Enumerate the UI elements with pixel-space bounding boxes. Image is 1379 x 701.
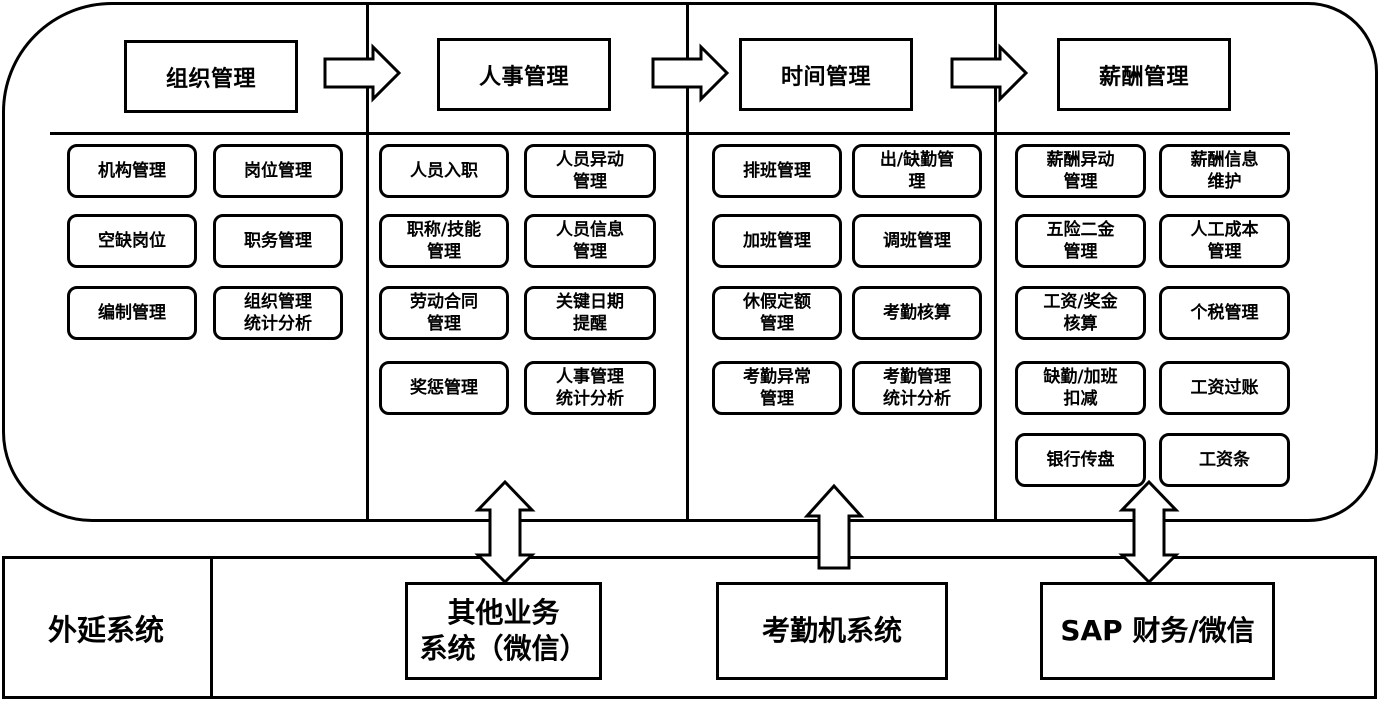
module-button[interactable]: 组织管理 统计分析 bbox=[213, 286, 343, 340]
module-button[interactable]: 工资条 bbox=[1159, 433, 1290, 487]
external-system-attendance-machine[interactable]: 考勤机系统 bbox=[716, 582, 948, 680]
external-systems-label: 外延系统 bbox=[2, 556, 213, 699]
header-org-management[interactable]: 组织管理 bbox=[124, 40, 298, 113]
right-arrow-icon bbox=[651, 43, 730, 103]
header-separator bbox=[50, 132, 1290, 135]
module-button[interactable]: 奖惩管理 bbox=[379, 361, 509, 415]
module-button[interactable]: 五险二金 管理 bbox=[1015, 214, 1146, 268]
module-button[interactable]: 缺勤/加班 扣减 bbox=[1015, 361, 1146, 415]
header-payroll-management[interactable]: 薪酬管理 bbox=[1057, 38, 1231, 111]
module-button[interactable]: 编制管理 bbox=[67, 286, 197, 340]
module-button[interactable]: 劳动合同 管理 bbox=[379, 286, 509, 340]
module-button[interactable]: 薪酬信息 维护 bbox=[1159, 144, 1290, 198]
module-button[interactable]: 人工成本 管理 bbox=[1159, 214, 1290, 268]
bidirectional-arrow-icon bbox=[1118, 479, 1180, 585]
module-button[interactable]: 人员异动 管理 bbox=[524, 144, 656, 198]
module-button[interactable]: 机构管理 bbox=[67, 144, 197, 198]
module-button[interactable]: 考勤核算 bbox=[852, 286, 982, 340]
module-button[interactable]: 工资/奖金 核算 bbox=[1015, 286, 1146, 340]
module-button[interactable]: 考勤管理 统计分析 bbox=[852, 361, 982, 415]
system-name: 其他业务 系统（微信） bbox=[419, 596, 588, 665]
module-button[interactable]: 职务管理 bbox=[213, 214, 343, 268]
system-name: 考勤机系统 bbox=[761, 614, 902, 647]
header-label: 组织管理 bbox=[165, 66, 256, 92]
right-arrow-icon bbox=[323, 43, 402, 103]
up-arrow-icon bbox=[803, 483, 865, 570]
module-button[interactable]: 关键日期 提醒 bbox=[524, 286, 656, 340]
module-button[interactable]: 个税管理 bbox=[1159, 286, 1290, 340]
module-button[interactable]: 银行传盘 bbox=[1015, 433, 1146, 487]
module-button[interactable]: 工资过账 bbox=[1159, 361, 1290, 415]
header-label: 人事管理 bbox=[478, 64, 569, 90]
header-hr-management[interactable]: 人事管理 bbox=[437, 38, 611, 111]
module-button[interactable]: 加班管理 bbox=[712, 214, 842, 268]
module-button[interactable]: 人员入职 bbox=[379, 144, 509, 198]
module-button[interactable]: 人事管理 统计分析 bbox=[524, 361, 656, 415]
external-label-text: 外延系统 bbox=[47, 612, 164, 647]
header-label: 时间管理 bbox=[780, 64, 871, 90]
module-button[interactable]: 考勤异常 管理 bbox=[712, 361, 842, 415]
bidirectional-arrow-icon bbox=[474, 479, 536, 585]
module-button[interactable]: 薪酬异动 管理 bbox=[1015, 144, 1146, 198]
module-button[interactable]: 调班管理 bbox=[852, 214, 982, 268]
module-button[interactable]: 人员信息 管理 bbox=[524, 214, 656, 268]
external-system-other-business[interactable]: 其他业务 系统（微信） bbox=[405, 582, 602, 680]
header-label: 薪酬管理 bbox=[1098, 64, 1189, 90]
external-system-sap-finance[interactable]: SAP 财务/微信 bbox=[1040, 582, 1275, 680]
module-button[interactable]: 休假定额 管理 bbox=[712, 286, 842, 340]
module-button[interactable]: 职称/技能 管理 bbox=[379, 214, 509, 268]
module-button[interactable]: 出/缺勤管 理 bbox=[852, 144, 982, 198]
header-time-management[interactable]: 时间管理 bbox=[739, 38, 913, 111]
module-button[interactable]: 空缺岗位 bbox=[67, 214, 197, 268]
module-button[interactable]: 岗位管理 bbox=[213, 144, 343, 198]
right-arrow-icon bbox=[950, 43, 1029, 103]
module-button[interactable]: 排班管理 bbox=[712, 144, 842, 198]
system-name: SAP 财务/微信 bbox=[1060, 614, 1255, 647]
